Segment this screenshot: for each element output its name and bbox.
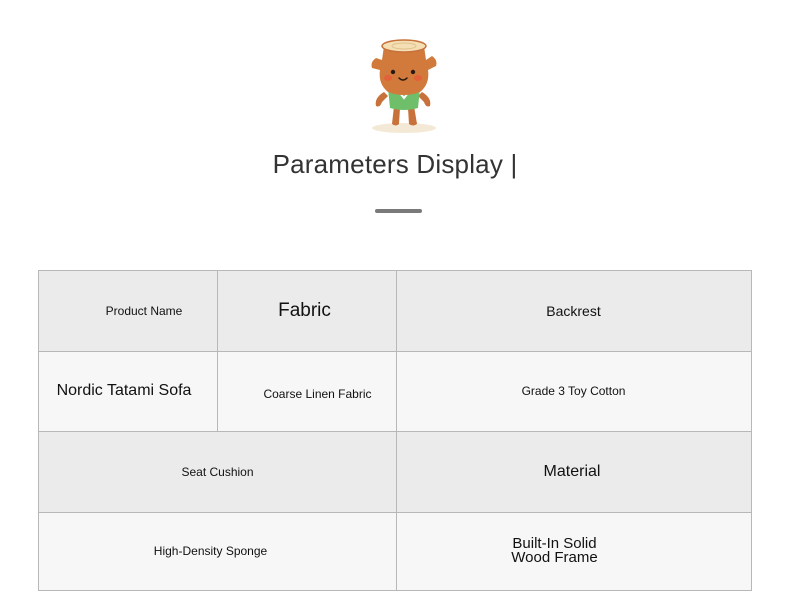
backrest-label: Backrest	[396, 271, 751, 351]
title-underline-divider	[375, 209, 422, 213]
fabric-label: Fabric	[217, 271, 396, 351]
material-value-line2: Wood Frame	[511, 549, 598, 566]
parameters-table: Product Name Fabric Backrest Nordic Tata…	[38, 270, 752, 591]
seat-cushion-value: High-Density Sponge	[39, 512, 396, 590]
material-value: Built-In Solid Wood Frame	[396, 512, 751, 590]
fabric-value: Coarse Linen Fabric	[217, 351, 396, 431]
row-divider	[39, 512, 751, 513]
product-name-label: Product Name	[39, 271, 217, 351]
backrest-value: Grade 3 Toy Cotton	[396, 351, 751, 431]
column-divider	[217, 271, 218, 431]
seat-cushion-label: Seat Cushion	[39, 431, 396, 512]
material-label: Material	[396, 431, 751, 512]
page-title: Parameters Display |	[272, 149, 518, 179]
row-divider	[39, 431, 751, 432]
tree-stump-mascot-icon	[371, 39, 437, 133]
product-name-value: Nordic Tatami Sofa	[39, 351, 217, 431]
column-divider	[396, 271, 397, 590]
row-divider	[39, 351, 751, 352]
